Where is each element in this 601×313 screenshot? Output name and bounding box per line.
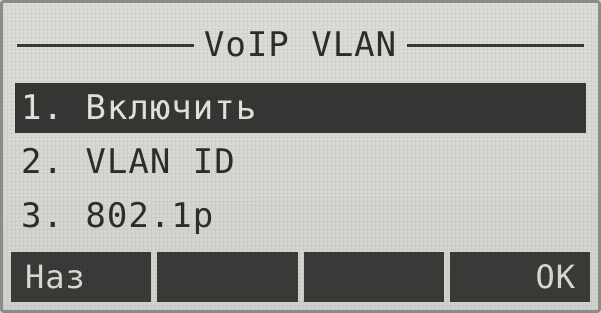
menu-item-enable[interactable]: 1. Включить [15,83,586,133]
back-softkey[interactable]: Наз [11,252,152,302]
title-bar: VoIP VLAN [17,19,585,71]
menu-item-vlan-id[interactable]: 2. VLAN ID [15,137,586,187]
ok-softkey[interactable]: OK [449,252,590,302]
title-divider-right [407,43,585,47]
softkey-3[interactable] [303,252,444,302]
softkey-bar: Наз OK [11,252,590,302]
menu-item-802-1p[interactable]: 3. 802.1p [15,191,586,241]
softkey-2[interactable] [157,252,298,302]
screen-title: VoIP VLAN [203,25,398,65]
lcd-screen: VoIP VLAN 1. Включить 2. VLAN ID 3. 802.… [0,0,601,313]
title-divider-left [17,43,194,47]
